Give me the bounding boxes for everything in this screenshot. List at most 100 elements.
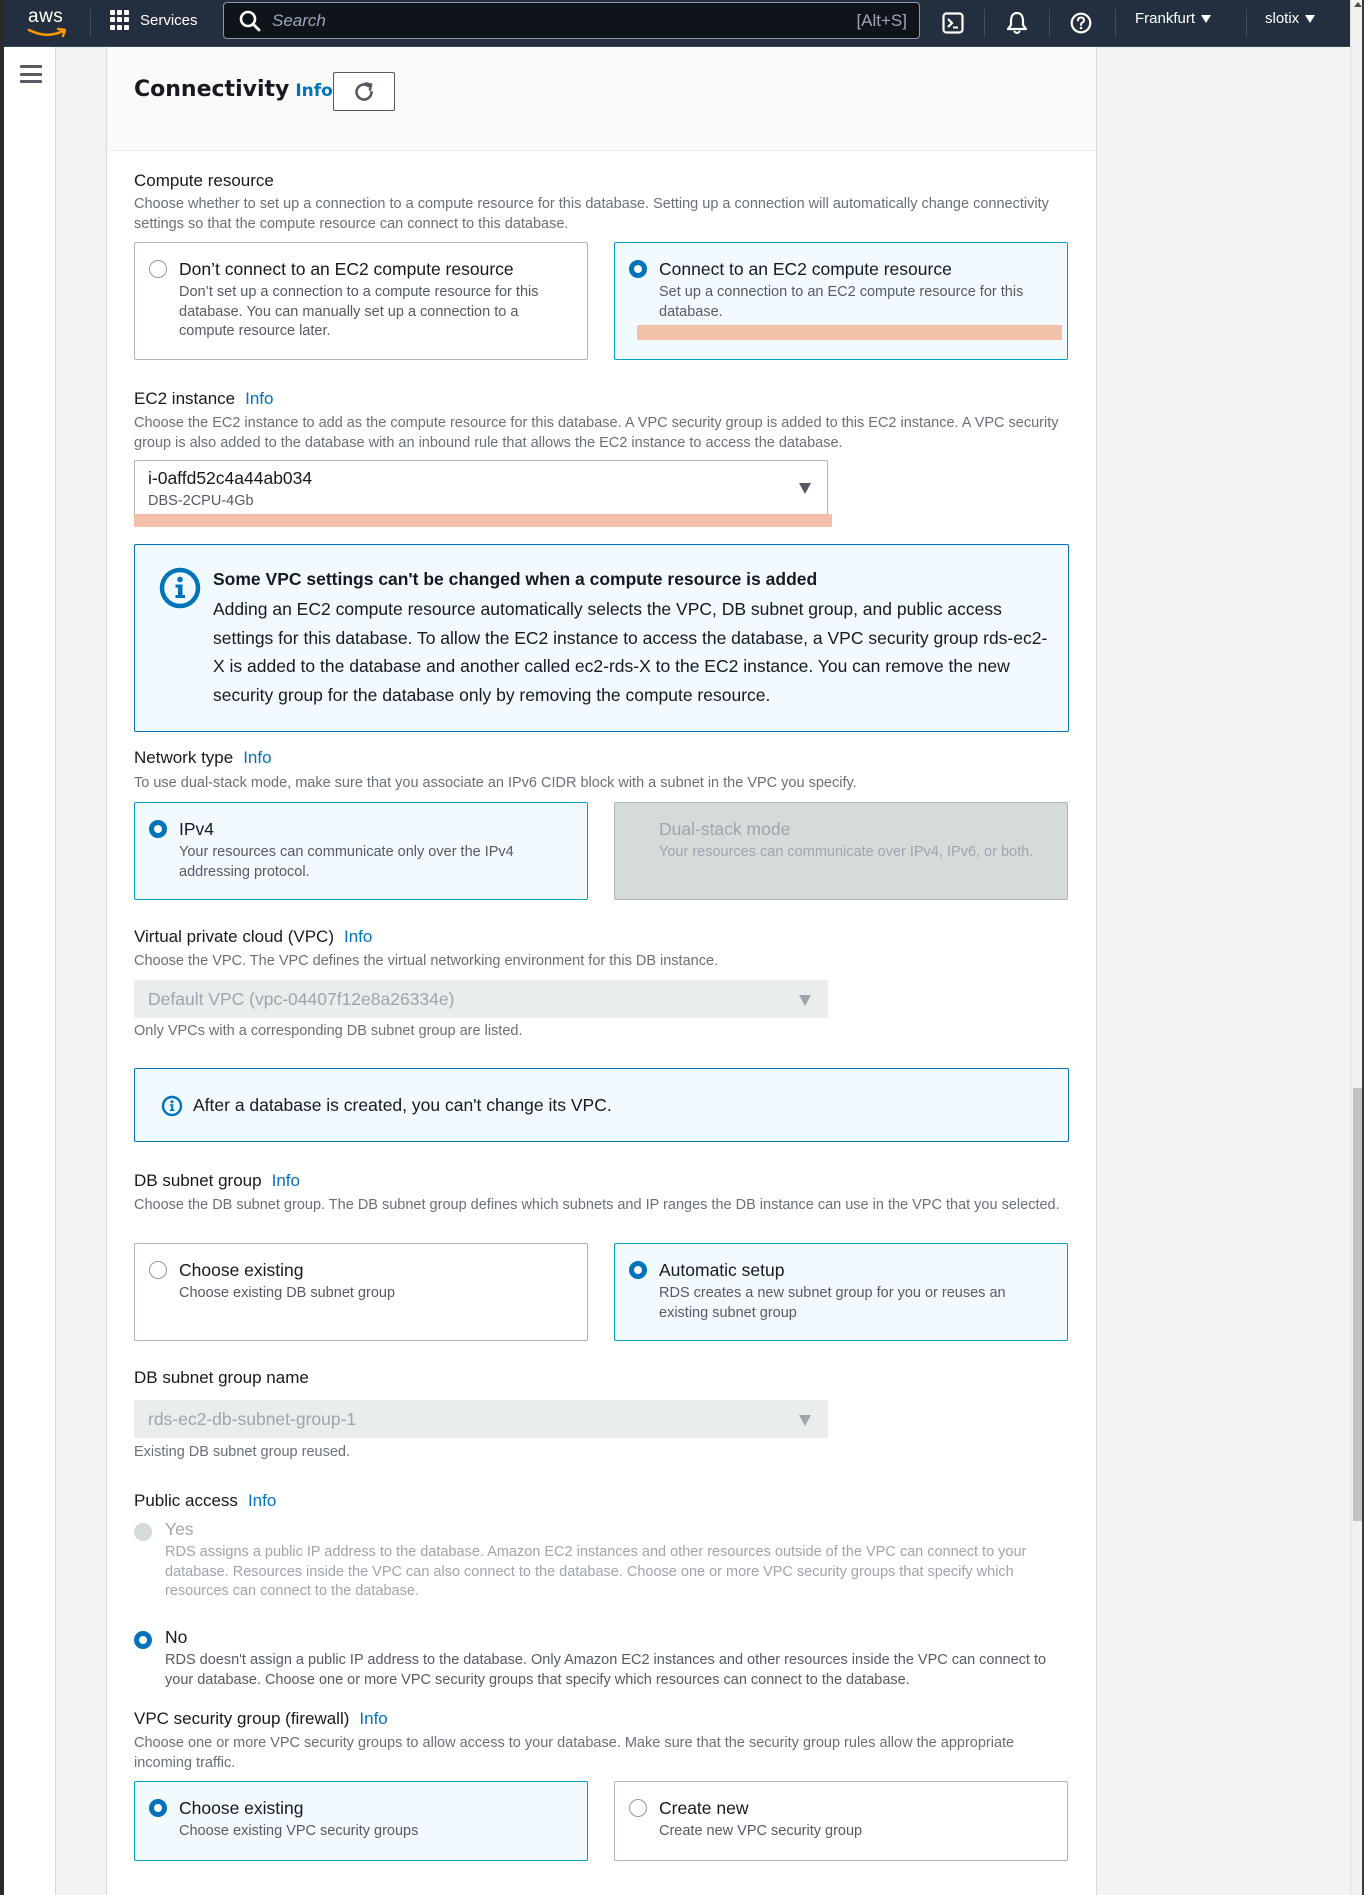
radio-unchecked-icon[interactable] [149,260,167,278]
public-access-yes-description: RDS assigns a public IP address to the d… [165,1544,1027,1599]
info-circle-icon [159,567,201,609]
annotation-highlight [134,514,832,527]
vpc-label: Virtual private cloud (VPC) Info [134,927,372,947]
ec2-instance-label: EC2 instance Info [134,389,273,409]
cloudshell-icon [942,12,964,34]
network-option-dual-stack: Dual-stack mode Your resources can commu… [614,802,1068,900]
side-navigation-panel [4,47,56,1895]
caret-down-icon [1305,14,1316,23]
notifications-button[interactable] [1002,8,1032,38]
tile-description: Create new VPC security group [659,1823,863,1839]
services-grid-icon [110,10,130,30]
compute-option-dont-connect[interactable]: Don’t connect to an EC2 compute resource… [134,242,588,360]
alert-text: After a database is created, you can't c… [193,1095,612,1115]
account-menu[interactable]: slotix [1265,10,1316,27]
vpc-security-group-description: Choose one or more VPC security groups t… [134,1735,1015,1771]
services-label: Services [140,11,198,29]
vpc-security-group-label: VPC security group (firewall) Info [134,1709,388,1729]
network-type-label: Network type Info [134,748,272,768]
vpc-security-group-label-text: VPC security group (firewall) [134,1709,350,1728]
db-subnet-group-label-text: DB subnet group [134,1171,262,1190]
db-subnet-group-info-link[interactable]: Info [272,1171,300,1190]
security-group-option-create-new[interactable]: Create new Create new VPC security group [614,1781,1068,1861]
cloudshell-button[interactable] [938,8,968,38]
help-icon [1070,12,1092,34]
network-type-label-text: Network type [134,748,234,767]
layout-gutter [57,47,107,1895]
aws-logo[interactable]: aws [26,4,72,40]
tile-title: Create new [659,1798,749,1818]
nav-divider [1246,9,1247,37]
radio-checked-icon[interactable] [149,820,167,838]
vpc-description: Choose the VPC. The VPC defines the virt… [134,953,719,969]
vpc-security-group-info-link[interactable]: Info [359,1709,387,1728]
db-subnet-group-name-label: DB subnet group name [134,1368,309,1387]
radio-checked-icon[interactable] [149,1799,167,1817]
public-access-no-label[interactable]: No [165,1627,187,1648]
security-group-option-choose-existing[interactable]: Choose existing Choose existing VPC secu… [134,1781,588,1861]
vpc-settings-info-alert: Some VPC settings can't be changed when … [134,544,1069,732]
refresh-button[interactable] [333,72,395,111]
scroll-up-arrow-icon[interactable] [1354,2,1362,7]
alert-title: Some VPC settings can't be changed when … [213,569,818,589]
tile-title: IPv4 [179,819,215,839]
vpc-value: Default VPC (vpc-04407f12e8a26334e) [148,989,455,1009]
vpc-info-link[interactable]: Info [344,927,372,946]
ec2-instance-select[interactable]: i-0affd52c4a44ab034 DBS-2CPU-4Gb [134,460,828,516]
tile-description: Set up a connection to an EC2 compute re… [659,284,1024,320]
region-selector[interactable]: Frankfurt [1135,10,1212,27]
annotation-highlight [637,325,1062,340]
tile-description: Don’t set up a connection to a compute r… [179,284,539,339]
radio-checked-icon[interactable] [629,260,647,278]
nav-divider [90,9,91,37]
radio-unchecked-icon[interactable] [629,1799,647,1817]
public-access-label-text: Public access [134,1491,238,1510]
tile-title: Choose existing [179,1798,304,1818]
nav-divider [984,9,985,37]
public-access-label: Public access Info [134,1491,276,1511]
db-subnet-group-name-value: rds-ec2-db-subnet-group-1 [148,1409,357,1429]
db-subnet-group-label: DB subnet group Info [134,1171,300,1191]
network-option-ipv4[interactable]: IPv4 Your resources can communicate only… [134,802,588,900]
tile-description: RDS creates a new subnet group for you o… [659,1285,1006,1321]
public-access-no-radio[interactable] [134,1631,152,1649]
search-icon [239,10,261,31]
section-title-text: Connectivity [134,77,290,102]
menu-toggle-button[interactable] [20,65,42,83]
window-edge [0,0,4,1895]
tile-description: Your resources can communicate only over… [179,844,514,880]
vpc-select: Default VPC (vpc-04407f12e8a26334e) [134,980,828,1018]
nav-divider [1115,9,1116,37]
public-access-yes-label: Yes [165,1519,194,1539]
subnet-option-choose-existing[interactable]: Choose existing Choose existing DB subne… [134,1243,588,1341]
network-type-info-link[interactable]: Info [243,748,271,767]
db-subnet-group-name-select: rds-ec2-db-subnet-group-1 [134,1400,828,1438]
subnet-option-automatic-setup[interactable]: Automatic setup RDS creates a new subnet… [614,1243,1068,1341]
aws-smile-icon [27,27,67,38]
search-bar[interactable]: [Alt+S] [223,2,920,39]
db-subnet-group-name-hint: Existing DB subnet group reused. [134,1444,351,1460]
help-button[interactable] [1066,8,1096,38]
compute-option-connect-ec2[interactable]: Connect to an EC2 compute resource Set u… [614,242,1068,360]
tile-title: Choose existing [179,1260,304,1280]
search-input[interactable] [272,10,857,31]
region-label: Frankfurt [1135,10,1196,27]
hamburger-icon [20,65,42,68]
ec2-instance-info-link[interactable]: Info [245,389,273,408]
ec2-instance-label-text: EC2 instance [134,389,236,408]
caret-down-icon [799,483,811,494]
caret-down-icon [799,1415,811,1426]
radio-unchecked-icon[interactable] [149,1261,167,1279]
alert-body: Adding an EC2 compute resource automatic… [213,599,1048,705]
section-info-link[interactable]: Info [295,81,333,101]
tile-title: Don’t connect to an EC2 compute resource [179,259,514,279]
tile-description: Your resources can communicate over IPv4… [659,844,1034,860]
public-access-info-link[interactable]: Info [248,1491,276,1510]
tile-description: Choose existing DB subnet group [179,1285,396,1301]
services-menu-button[interactable]: Services [110,10,198,30]
account-label: slotix [1265,10,1300,27]
compute-resource-description: Choose whether to set up a connection to… [134,196,1049,232]
public-access-yes-radio [134,1523,152,1541]
radio-checked-icon[interactable] [629,1261,647,1279]
info-circle-icon [161,1095,183,1117]
